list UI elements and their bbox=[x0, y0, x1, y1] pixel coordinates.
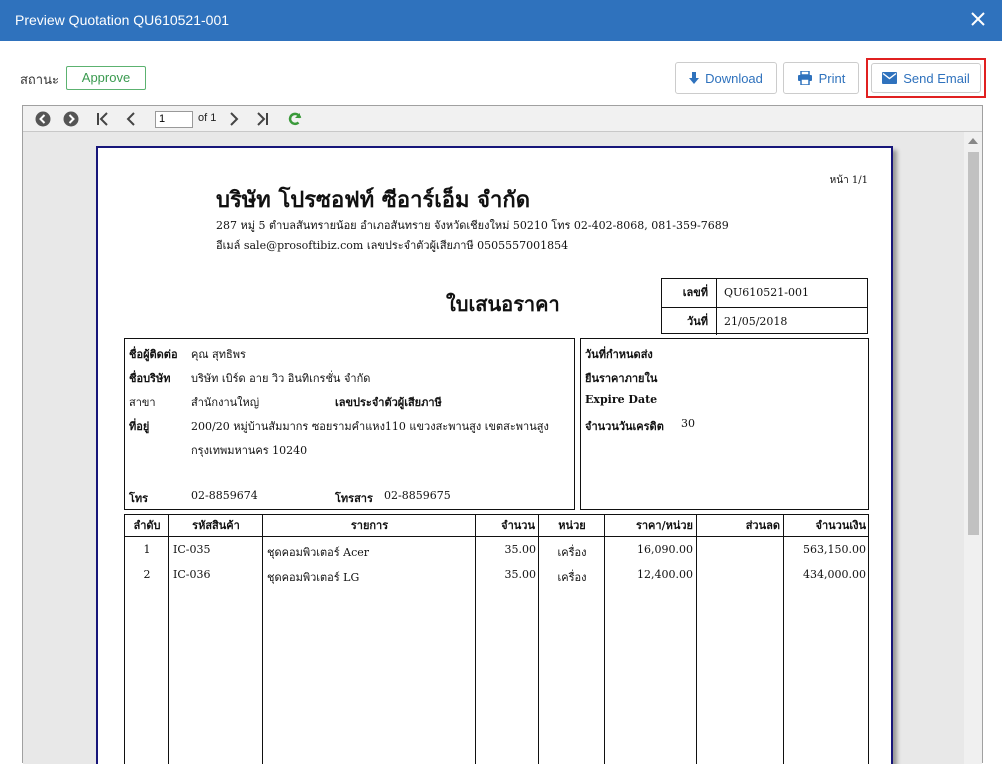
terms-box: วันที่กำหนดส่ง ยืนราคาภายใน Expire Date … bbox=[580, 338, 869, 510]
close-icon[interactable] bbox=[970, 9, 986, 29]
item-2-price: 12,400.00 bbox=[637, 568, 693, 581]
fax-value: 02-8859675 bbox=[384, 489, 451, 502]
modal-titlebar: Preview Quotation QU610521-001 bbox=[0, 0, 1002, 41]
header-price: ราคา/หน่วย bbox=[635, 519, 693, 532]
company-label: ชื่อบริษัท bbox=[129, 372, 171, 385]
approve-button[interactable]: Approve bbox=[66, 66, 146, 90]
header-qty: จำนวน bbox=[501, 519, 535, 532]
reference-box: เลขที่ QU610521-001 วันที่ 21/05/2018 bbox=[661, 278, 868, 335]
item-1-unit: เครื่อง bbox=[557, 546, 587, 559]
delivery-label: วันที่กำหนดส่ง bbox=[585, 348, 653, 361]
previous-page-icon[interactable] bbox=[123, 111, 139, 127]
branch-value: สำนักงานใหญ่ bbox=[191, 396, 260, 409]
company-address: 287 หมู่ 5 ตำบลสันทรายน้อย อำเภอสันทราย … bbox=[216, 219, 729, 232]
header-discount: ส่วนลด bbox=[745, 519, 780, 532]
date-row: วันที่ 21/05/2018 bbox=[662, 307, 867, 335]
items-table: ลำดับ รหัสสินค้า รายการ จำนวน หน่วย ราคา… bbox=[124, 514, 869, 764]
download-icon bbox=[689, 72, 700, 84]
forward-icon[interactable] bbox=[63, 111, 79, 127]
scroll-up-icon[interactable] bbox=[968, 138, 978, 144]
print-label: Print bbox=[818, 70, 846, 86]
date-value: 21/05/2018 bbox=[724, 315, 788, 328]
scroll-thumb[interactable] bbox=[968, 152, 979, 535]
company-value: บริษัท เบิร์ด อาย วิว อินทิเกรชั่น จำกัด bbox=[191, 372, 371, 385]
address-line1: 200/20 หมู่บ้านสัมมากร ซอยรามคำแหง110 แข… bbox=[191, 420, 549, 433]
contact-value: คุณ สุทธิพร bbox=[191, 348, 246, 361]
header-amount: จำนวนเงิน bbox=[815, 519, 867, 532]
header-no: ลำดับ bbox=[133, 519, 161, 532]
expire-label: Expire Date bbox=[585, 393, 658, 406]
modal-title: Preview Quotation QU610521-001 bbox=[15, 12, 230, 28]
report-viewer: 1 of 1 หน้า 1/1 บริษัท โปรซอฟท์ ซีอาร์เอ… bbox=[22, 105, 983, 764]
page-count: of 1 bbox=[198, 112, 217, 124]
item-2-no: 2 bbox=[143, 568, 151, 581]
credit-label: จำนวนวันเครดิต bbox=[585, 420, 664, 433]
item-1-price: 16,090.00 bbox=[637, 543, 693, 556]
back-icon[interactable] bbox=[35, 111, 51, 127]
customer-box: ชื่อผู้ติดต่อ คุณ สุทธิพร ชื่อบริษัท บริ… bbox=[124, 338, 575, 510]
envelope-icon bbox=[882, 72, 898, 84]
item-1-no: 1 bbox=[143, 543, 151, 556]
send-email-button[interactable]: Send Email bbox=[866, 58, 986, 98]
item-1-qty: 35.00 bbox=[504, 543, 537, 556]
phone-value: 02-8859674 bbox=[191, 489, 258, 502]
action-toolbar: สถานะ Approve Download Print Send Email bbox=[0, 41, 1002, 105]
vertical-scrollbar[interactable] bbox=[964, 132, 982, 764]
last-page-icon[interactable] bbox=[254, 111, 270, 127]
header-unit: หน่วย bbox=[558, 519, 586, 532]
quotation-page: หน้า 1/1 บริษัท โปรซอฟท์ ซีอาร์เอ็ม จำกั… bbox=[96, 146, 893, 764]
item-2-unit: เครื่อง bbox=[557, 571, 587, 584]
item-2-code: IC-036 bbox=[173, 568, 211, 581]
ref-no-value: QU610521-001 bbox=[724, 286, 809, 299]
item-2-amount: 434,000.00 bbox=[803, 568, 866, 581]
print-button[interactable]: Print bbox=[783, 62, 859, 94]
date-label: วันที่ bbox=[662, 308, 717, 335]
first-page-icon[interactable] bbox=[95, 111, 111, 127]
phone-label: โทร bbox=[129, 492, 149, 505]
header-desc: รายการ bbox=[350, 519, 389, 532]
page-number-label: หน้า 1/1 bbox=[829, 175, 868, 186]
branch-label: สาขา bbox=[129, 396, 156, 409]
next-page-icon[interactable] bbox=[226, 111, 242, 127]
ref-no-row: เลขที่ QU610521-001 bbox=[662, 279, 867, 307]
fax-label: โทรสาร bbox=[335, 492, 373, 505]
company-name: บริษัท โปรซอฟท์ ซีอาร์เอ็ม จำกัด bbox=[216, 187, 530, 213]
item-1-amount: 563,150.00 bbox=[803, 543, 866, 556]
ref-no-label: เลขที่ bbox=[662, 279, 717, 307]
printer-icon bbox=[797, 71, 813, 85]
document-title: ใบเสนอราคา bbox=[446, 292, 560, 316]
item-2-desc: ชุดคอมพิวเตอร์ LG bbox=[267, 571, 360, 584]
send-email-label: Send Email bbox=[903, 70, 970, 86]
download-button[interactable]: Download bbox=[675, 62, 777, 94]
status-label: สถานะ bbox=[20, 72, 59, 87]
item-1-desc: ชุดคอมพิวเตอร์ Acer bbox=[267, 546, 370, 559]
company-contact: อีเมล์ sale@prosoftibiz.com เลขประจำตัวผ… bbox=[216, 239, 569, 252]
contact-label: ชื่อผู้ติดต่อ bbox=[129, 348, 178, 361]
refresh-icon[interactable] bbox=[287, 111, 303, 127]
taxid-label: เลขประจำตัวผู้เสียภาษี bbox=[335, 396, 442, 409]
address-line2: กรุงเทพมหานคร 10240 bbox=[191, 444, 308, 457]
viewer-toolbar: 1 of 1 bbox=[23, 106, 982, 132]
report-canvas: หน้า 1/1 บริษัท โปรซอฟท์ ซีอาร์เอ็ม จำกั… bbox=[23, 132, 964, 764]
header-code: รหัสสินค้า bbox=[192, 519, 240, 532]
page-number-input[interactable]: 1 bbox=[155, 111, 193, 128]
valid-label: ยืนราคาภายใน bbox=[585, 372, 658, 385]
download-label: Download bbox=[705, 70, 763, 86]
item-2-qty: 35.00 bbox=[504, 568, 537, 581]
address-label: ที่อยู่ bbox=[129, 420, 150, 433]
credit-value: 30 bbox=[681, 417, 695, 430]
item-1-code: IC-035 bbox=[173, 543, 211, 556]
